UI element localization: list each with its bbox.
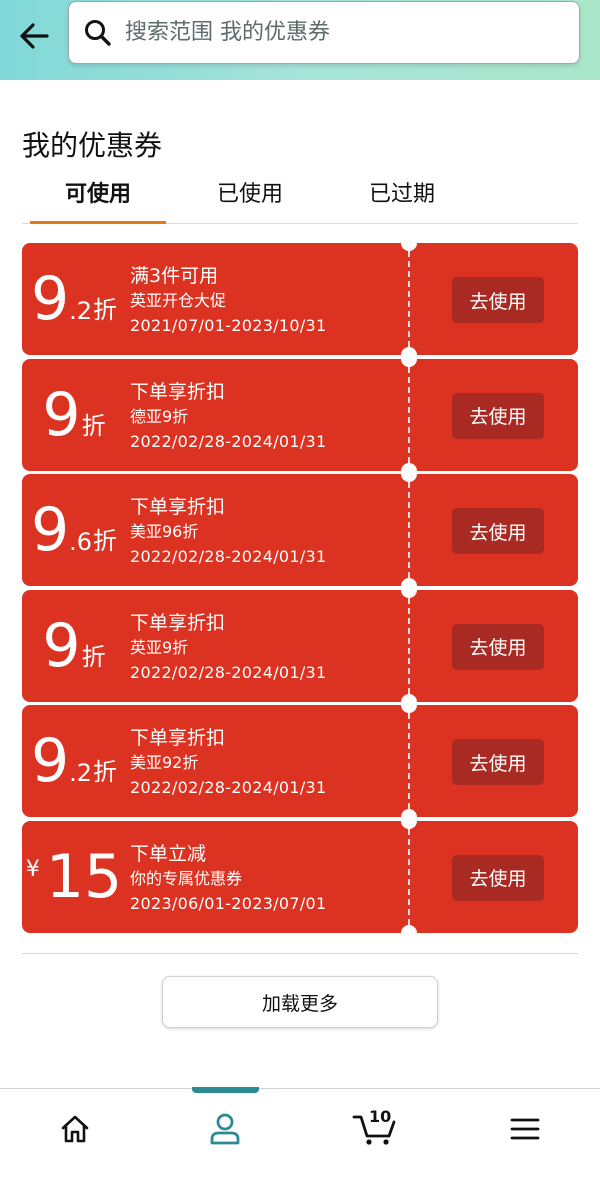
discount-unit: 折 [93, 527, 118, 556]
tab-label: 已过期 [368, 182, 435, 207]
coupon-validity: 2022/02/28-2024/01/31 [130, 662, 327, 682]
coupon-discount: 9 .2 折 [22, 243, 126, 355]
header-bar [0, 0, 600, 80]
coupon-dashed-divider [408, 251, 410, 347]
discount-unit: 折 [81, 411, 106, 440]
coupon-condition: 下单立减 [130, 842, 207, 865]
discount-main: 9 [42, 610, 81, 681]
use-coupon-button[interactable]: 去使用 [452, 508, 544, 555]
coupon-card: 9 .2 折 满3件可用 英亚开仓大促 2021/07/01-2023/10/3… [22, 235, 578, 363]
coupon-discount: 9 折 [22, 590, 126, 702]
coupon-description: 美亚96折 [130, 522, 199, 542]
cart-count-badge: 10 [369, 1107, 392, 1126]
list-divider [22, 953, 578, 954]
coupon-notch [401, 697, 417, 714]
coupon-condition: 下单享折扣 [130, 611, 226, 634]
tab-used[interactable]: 已使用 [182, 176, 318, 222]
coupon-info: 下单享折扣 德亚9折 2022/02/28-2024/01/31 [130, 379, 327, 455]
coupon-validity: 2021/07/01-2023/10/31 [130, 316, 327, 335]
coupon-notch [401, 812, 417, 829]
discount-decimal: .2 [69, 759, 93, 788]
tab-label: 可使用 [64, 182, 131, 207]
coupon-dashed-divider [408, 597, 410, 694]
coupon-card: 9 .6 折 下单享折扣 美亚96折 2022/02/28-2024/01/31… [22, 466, 578, 595]
use-coupon-button[interactable]: 去使用 [452, 623, 544, 670]
discount-main: 9 [42, 379, 81, 450]
use-coupon-button[interactable]: 去使用 [452, 854, 544, 901]
profile-icon [210, 1113, 240, 1145]
coupon-notch [401, 581, 417, 598]
coupon-info: 下单立减 你的专属优惠券 2023/06/01-2023/07/01 [130, 841, 327, 917]
coupon-info: 满3件可用 英亚开仓大促 2021/07/01-2023/10/31 [130, 263, 327, 339]
discount-main: 9 [30, 726, 70, 797]
coupon-list: 9 .2 折 满3件可用 英亚开仓大促 2021/07/01-2023/10/3… [22, 235, 578, 941]
coupon-validity: 2022/02/28-2024/01/31 [130, 431, 327, 451]
tab-available[interactable]: 可使用 [30, 176, 166, 224]
discount-unit: 折 [93, 296, 118, 324]
nav-menu[interactable] [450, 1089, 600, 1169]
coupon-discount: 9 .2 折 [22, 705, 126, 817]
coupon-notch [401, 350, 417, 367]
coupon-card: 9 折 下单享折扣 德亚9折 2022/02/28-2024/01/31 去使用 [22, 350, 578, 479]
tab-label: 已使用 [216, 182, 283, 207]
use-coupon-button[interactable]: 去使用 [452, 739, 544, 786]
currency-symbol: ¥ [25, 856, 40, 882]
coupon-condition: 满3件可用 [130, 265, 219, 287]
coupon-validity: 2022/02/28-2024/01/31 [130, 778, 327, 798]
search-input[interactable] [125, 20, 545, 45]
discount-decimal: .2 [69, 297, 93, 325]
use-coupon-button[interactable]: 去使用 [452, 277, 544, 323]
nav-cart[interactable]: 10 [300, 1089, 450, 1169]
discount-main: 15 [45, 841, 123, 912]
coupon-description: 英亚9折 [130, 637, 189, 657]
back-button[interactable] [14, 16, 54, 56]
bottom-nav: 10 [0, 1087, 600, 1189]
coupon-dashed-divider [408, 366, 410, 463]
coupon-description: 你的专属优惠券 [130, 868, 243, 888]
coupon-description: 德亚9折 [130, 406, 189, 426]
search-icon [83, 18, 113, 48]
coupon-info: 下单享折扣 英亚9折 2022/02/28-2024/01/31 [130, 610, 327, 686]
coupon-card: 9 折 下单享折扣 英亚9折 2022/02/28-2024/01/31 去使用 [22, 581, 578, 710]
coupon-dashed-divider [408, 713, 410, 810]
coupon-description: 英亚开仓大促 [130, 291, 227, 310]
coupon-info: 下单享折扣 美亚92折 2022/02/28-2024/01/31 [130, 725, 327, 801]
coupon-condition: 下单享折扣 [130, 727, 226, 750]
coupon-description: 美亚92折 [130, 753, 199, 773]
use-coupon-button[interactable]: 去使用 [452, 392, 544, 439]
coupon-dashed-divider [408, 482, 410, 579]
coupon-validity: 2023/06/01-2023/07/01 [130, 893, 327, 913]
discount-decimal: .6 [69, 528, 93, 557]
search-box[interactable] [68, 1, 580, 64]
coupon-discount: ¥ 15 [22, 821, 126, 933]
coupon-notch [401, 235, 417, 251]
coupon-discount: 9 .6 折 [22, 474, 126, 586]
coupon-notch [401, 924, 417, 941]
load-more-button[interactable]: 加载更多 [162, 976, 438, 1028]
coupon-tabs: 可使用 已使用 已过期 [22, 176, 578, 224]
menu-icon [510, 1118, 540, 1140]
tab-expired[interactable]: 已过期 [334, 176, 470, 222]
coupon-card: 9 .2 折 下单享折扣 美亚92折 2022/02/28-2024/01/31… [22, 697, 578, 826]
coupon-discount: 9 折 [22, 359, 126, 471]
discount-main: 9 [30, 264, 70, 334]
nav-home[interactable] [0, 1089, 150, 1169]
coupon-condition: 下单享折扣 [130, 496, 226, 519]
home-icon [61, 1115, 89, 1143]
page-title: 我的优惠券 [22, 129, 163, 162]
discount-main: 9 [30, 495, 70, 566]
coupon-validity: 2022/02/28-2024/01/31 [130, 547, 327, 567]
nav-profile[interactable] [150, 1089, 300, 1169]
discount-unit: 折 [93, 758, 118, 787]
coupon-dashed-divider [408, 828, 410, 925]
coupon-info: 下单享折扣 美亚96折 2022/02/28-2024/01/31 [130, 494, 327, 570]
coupon-card: ¥ 15 下单立减 你的专属优惠券 2023/06/01-2023/07/01 … [22, 812, 578, 941]
back-arrow-icon [20, 23, 49, 49]
coupon-notch [401, 466, 417, 483]
coupon-condition: 下单享折扣 [130, 380, 226, 403]
discount-unit: 折 [81, 642, 106, 671]
